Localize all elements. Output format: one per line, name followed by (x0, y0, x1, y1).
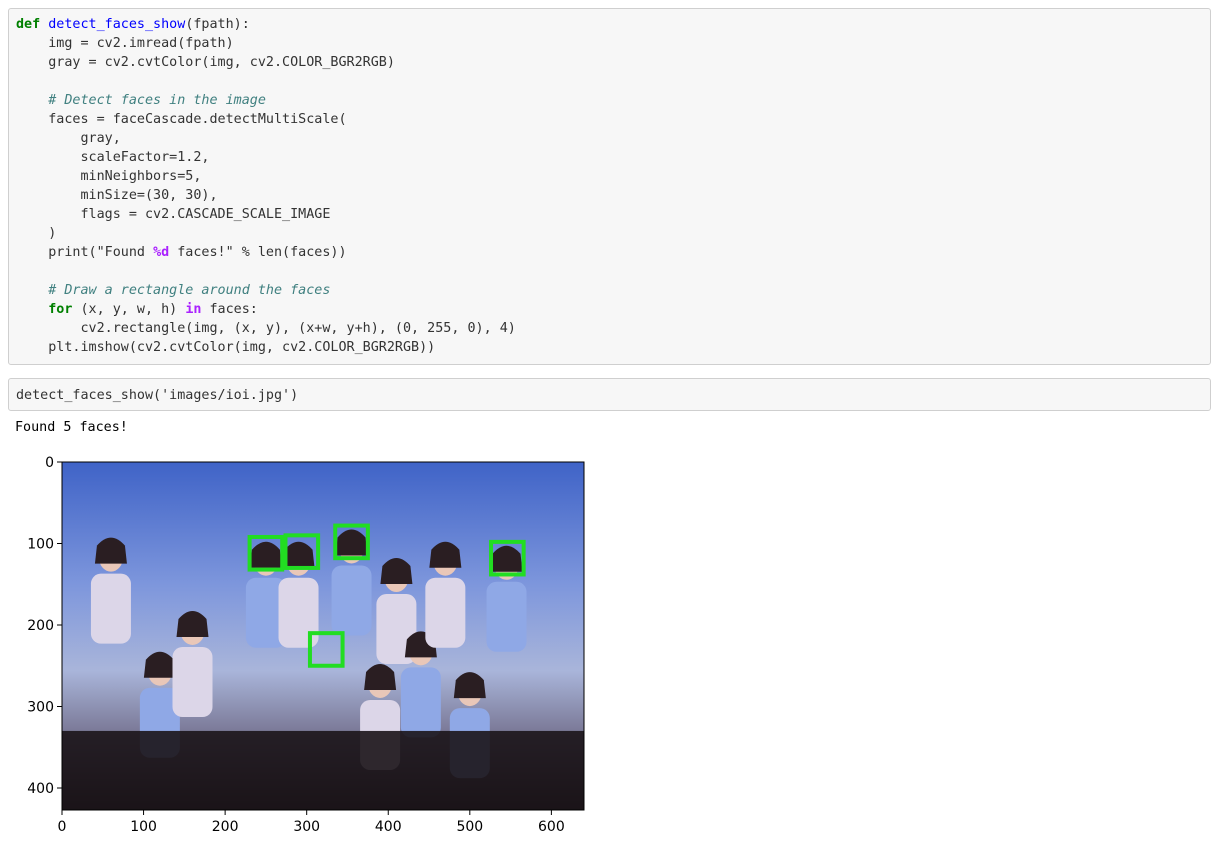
code-token: faces!" % len(faces)) (169, 245, 347, 260)
code-token: cv2.rectangle(img, (x, y), (x+w, y+h), (… (16, 321, 516, 336)
code-token: for (48, 302, 73, 317)
code-editor-call[interactable]: detect_faces_show('images/ioi.jpg') (9, 379, 1210, 412)
y-tick-label: 200 (27, 618, 54, 634)
code-token: flags = cv2.CASCADE_SCALE_IMAGE (16, 207, 331, 222)
code-token: in (185, 302, 202, 317)
x-tick-label: 300 (293, 819, 320, 835)
code-token: minNeighbors=5, (16, 169, 202, 184)
code-editor-definition[interactable]: def detect_faces_show(fpath): img = cv2.… (9, 9, 1210, 363)
displayed-photo (61, 461, 585, 811)
code-token: faces: (201, 302, 258, 317)
person-body (172, 646, 213, 717)
code-token: faces = faceCascade.detectMultiScale( (16, 112, 347, 127)
person-body (486, 581, 527, 652)
code-cell-call[interactable]: detect_faces_show('images/ioi.jpg') (8, 378, 1211, 411)
x-tick-label: 200 (212, 819, 239, 835)
code-token: minSize=(30, 30), (16, 188, 218, 203)
code-token: %d (153, 245, 170, 260)
code-token: gray = cv2.cvtColor(img, cv2.COLOR_BGR2R… (16, 55, 395, 70)
y-tick-label: 300 (27, 699, 54, 715)
code-token: plt.imshow(cv2.cvtColor(img, cv2.COLOR_B… (16, 340, 436, 355)
x-tick-label: 100 (130, 819, 157, 835)
x-tick-label: 400 (375, 819, 402, 835)
code-token: # Detect faces in the image (48, 93, 266, 108)
x-axis-ticks: 0 100 200 300 400 500 600 (58, 810, 565, 835)
code-token: def (16, 17, 41, 32)
code-token: (fpath): (185, 17, 250, 32)
code-token: # Draw a rectangle around the faces (48, 283, 331, 298)
person-body (278, 577, 319, 648)
code-token: ) (16, 226, 57, 241)
image-plot: 0 100 200 300 400 500 600 0 100 200 300 400 (27, 455, 585, 835)
person-body (90, 573, 131, 644)
code-token: print("Found (16, 245, 154, 260)
y-tick-label: 0 (45, 455, 54, 471)
x-tick-label: 500 (456, 819, 483, 835)
cell-output-text: Found 5 faces! (15, 420, 128, 435)
y-axis-ticks: 0 100 200 300 400 (27, 455, 62, 797)
crowd-silhouette (62, 730, 584, 810)
person-body (400, 667, 441, 738)
code-token: scaleFactor=1.2, (16, 150, 210, 165)
x-tick-label: 0 (58, 819, 67, 835)
x-tick-label: 600 (538, 819, 565, 835)
code-token: img = cv2.imread(fpath) (16, 36, 234, 51)
y-tick-label: 100 (27, 536, 54, 552)
y-tick-label: 400 (27, 781, 54, 797)
person-body (331, 565, 372, 636)
person-body (425, 577, 466, 648)
code-token: gray, (16, 131, 121, 146)
code-token: detect_faces_show (48, 17, 186, 32)
code-token: (x, y, w, h) (72, 302, 186, 317)
code-cell-definition[interactable]: def detect_faces_show(fpath): img = cv2.… (8, 8, 1211, 365)
